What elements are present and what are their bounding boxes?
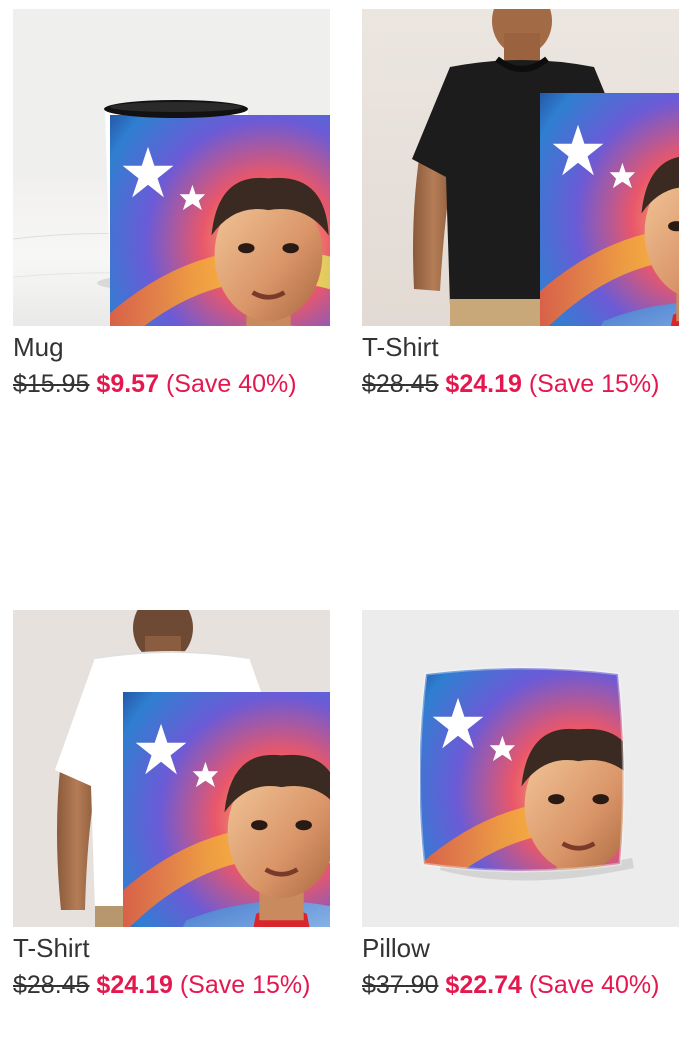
price-line: $28.45 $24.19 (Save 15%) xyxy=(13,966,330,1004)
price-line: $28.45 $24.19 (Save 15%) xyxy=(362,365,679,403)
original-price: $15.95 xyxy=(13,370,90,398)
original-price: $28.45 xyxy=(13,971,90,999)
original-price: $37.90 xyxy=(362,971,439,999)
white-tshirt-back-product-image[interactable] xyxy=(13,610,330,927)
price-line: $37.90 $22.74 (Save 40%) xyxy=(362,966,679,1004)
product-card-pillow[interactable]: Pillow $37.90 $22.74 (Save 40%) xyxy=(362,610,679,1004)
discount-label: (Save 40%) xyxy=(165,370,297,398)
black-tshirt-product-image[interactable] xyxy=(362,9,679,326)
price-line: $15.95 $9.57 (Save 40%) xyxy=(13,365,330,403)
product-card-tshirt-black[interactable]: T-Shirt $28.45 $24.19 (Save 15%) xyxy=(362,9,679,403)
discount-label: (Save 15%) xyxy=(179,971,311,999)
sale-price: $24.19 xyxy=(96,971,173,999)
sale-price: $24.19 xyxy=(445,370,522,398)
sale-price: $22.74 xyxy=(445,971,522,999)
discount-label: (Save 40%) xyxy=(528,971,660,999)
product-title[interactable]: T-Shirt xyxy=(13,931,330,965)
sale-price: $9.57 xyxy=(96,370,159,398)
discount-label: (Save 15%) xyxy=(528,370,660,398)
product-title[interactable]: Pillow xyxy=(362,931,679,965)
mug-product-image[interactable] xyxy=(13,9,330,326)
product-card-tshirt-white[interactable]: T-Shirt $28.45 $24.19 (Save 15%) xyxy=(13,610,330,1004)
original-price: $28.45 xyxy=(362,370,439,398)
product-title[interactable]: Mug xyxy=(13,330,330,364)
product-card-mug[interactable]: Mug $15.95 $9.57 (Save 40%) xyxy=(13,9,330,403)
product-title[interactable]: T-Shirt xyxy=(362,330,679,364)
pillow-product-image[interactable] xyxy=(362,610,679,927)
